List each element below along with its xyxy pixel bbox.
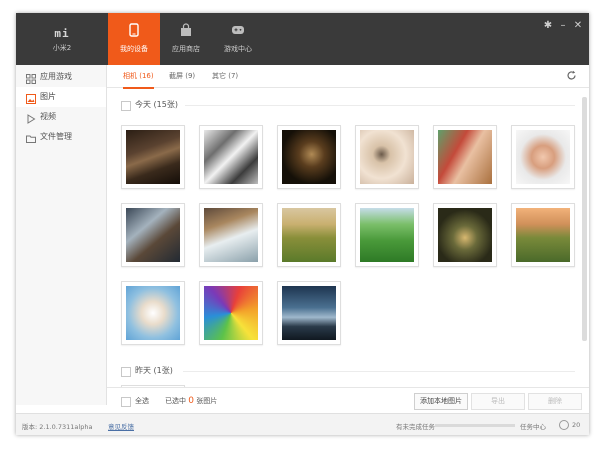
selected-prefix: 已选中: [165, 397, 186, 405]
group-label: 昨天 (1张): [135, 366, 173, 375]
select-all-label: 全选: [135, 397, 149, 405]
photo-thumbnail[interactable]: [121, 203, 185, 267]
settings-icon[interactable]: ✱: [542, 20, 554, 32]
photo-thumbnail[interactable]: [199, 281, 263, 345]
minimize-button[interactable]: –: [557, 20, 569, 32]
add-local-pictures-button[interactable]: 添加本地图片: [414, 393, 468, 410]
sidebar-item-label: 视频: [40, 112, 56, 121]
sidebar-item-label: 应用游戏: [40, 72, 72, 81]
photo-thumbnail[interactable]: [511, 125, 575, 189]
app-window: mi 小米2 我的设备 应用商店 游戏中心 ✱ – ✕ 应用游戏 图片 视频 文…: [16, 13, 589, 435]
export-button[interactable]: 导出: [471, 393, 525, 410]
gamepad-icon: [212, 23, 264, 37]
device-tile[interactable]: mi 小米2: [16, 13, 108, 65]
photo-thumbnail[interactable]: [433, 125, 497, 189]
select-all-checkbox[interactable]: [121, 397, 131, 407]
photo-thumbnail[interactable]: [277, 125, 341, 189]
task-center-link[interactable]: 任务中心: [520, 421, 546, 431]
photo-thumbnail[interactable]: [121, 281, 185, 345]
sidebar-item-label: 文件管理: [40, 132, 72, 141]
group-checkbox[interactable]: [121, 367, 131, 377]
close-button[interactable]: ✕: [572, 20, 584, 32]
mi-logo: mi: [54, 27, 70, 40]
photo-thumbnail[interactable]: [277, 203, 341, 267]
group-divider: [185, 105, 575, 106]
sidebar-item-label: 图片: [40, 92, 56, 101]
selected-suffix: 张图片: [196, 397, 218, 405]
photo-thumbnail[interactable]: [199, 203, 263, 267]
version-text: 版本: 2.1.0.7311alpha: [22, 423, 93, 431]
tab-other[interactable]: 其它 (7): [212, 71, 238, 87]
delete-button[interactable]: 删除: [528, 393, 582, 410]
bag-icon: [160, 23, 212, 37]
tab-camera[interactable]: 相机 (16): [123, 71, 154, 89]
nav-tab-game-center[interactable]: 游戏中心: [212, 13, 264, 65]
photo-thumbnail[interactable]: [277, 281, 341, 345]
refresh-icon[interactable]: [566, 70, 577, 81]
selected-count: 0: [188, 396, 194, 406]
sidebar-item-pictures[interactable]: 图片: [16, 87, 106, 107]
phone-icon: [108, 23, 160, 37]
status-bar: 版本: 2.1.0.7311alpha 意见反馈 有未完成任务 任务中心 20: [16, 413, 589, 435]
photo-thumbnail[interactable]: [355, 203, 419, 267]
task-count: 20: [572, 421, 581, 429]
group-checkbox[interactable]: [121, 101, 131, 111]
group-divider: [183, 371, 575, 372]
sidebar-item-videos[interactable]: 视频: [16, 107, 106, 127]
apps-grid-icon: [26, 72, 36, 84]
group-label: 今天 (15张): [135, 100, 178, 109]
photo-thumbnail[interactable]: [121, 125, 185, 189]
content-area: 相机 (16) 截屏 (9) 其它 (7) 今天 (15张) 昨天 (1张): [107, 65, 589, 406]
task-indicator-icon: [559, 420, 569, 430]
action-bar: 全选 已选中 0 张图片 添加本地图片 导出 删除: [107, 387, 589, 414]
top-bar: mi 小米2 我的设备 应用商店 游戏中心 ✱ – ✕: [16, 13, 589, 65]
sidebar: 应用游戏 图片 视频 文件管理: [16, 65, 107, 405]
photo-thumbnail[interactable]: [355, 125, 419, 189]
feedback-link[interactable]: 意见反馈: [108, 421, 134, 431]
category-tabs: 相机 (16) 截屏 (9) 其它 (7): [107, 65, 589, 89]
nav-tab-my-device[interactable]: 我的设备: [108, 13, 160, 65]
selection-status: 已选中 0 张图片: [165, 396, 217, 406]
scrollbar[interactable]: [582, 97, 587, 341]
play-icon: [26, 112, 36, 124]
sidebar-item-apps[interactable]: 应用游戏: [16, 67, 106, 87]
image-icon: [26, 92, 36, 104]
pending-tasks-text: 有未完成任务: [396, 423, 435, 431]
folder-icon: [26, 132, 36, 143]
photo-thumbnail[interactable]: [199, 125, 263, 189]
photo-thumbnail[interactable]: [511, 203, 575, 267]
tab-screenshots[interactable]: 截屏 (9): [169, 71, 195, 87]
nav-tab-label: 游戏中心: [224, 45, 252, 53]
sidebar-item-files[interactable]: 文件管理: [16, 127, 106, 147]
device-name: 小米2: [52, 44, 72, 52]
photo-thumbnail[interactable]: [433, 203, 497, 267]
nav-tab-app-store[interactable]: 应用商店: [160, 13, 212, 65]
task-progress-bar: [435, 424, 515, 427]
nav-tab-label: 应用商店: [172, 45, 200, 53]
nav-tab-label: 我的设备: [120, 45, 148, 53]
